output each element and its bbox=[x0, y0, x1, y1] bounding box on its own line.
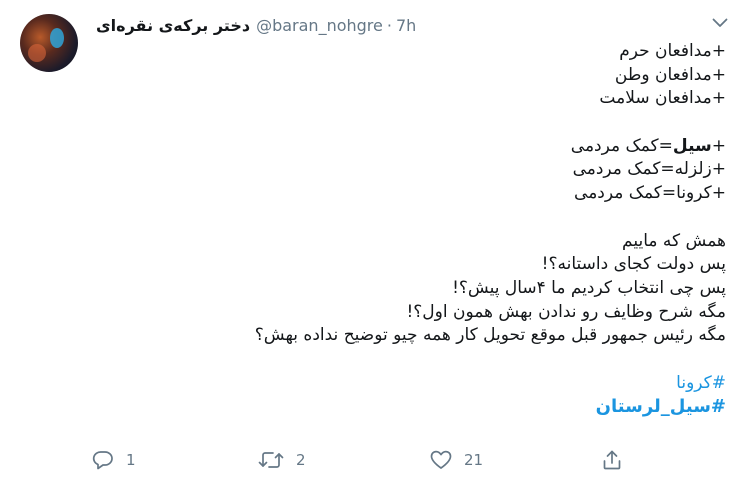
tweet-menu-button[interactable] bbox=[708, 12, 732, 34]
text-line: +زلزله=کمک مردمی bbox=[572, 159, 726, 180]
text-line: مگه رئیس جمهور قبل موقع تحویل کار همه چی… bbox=[254, 325, 726, 346]
retweet-icon bbox=[258, 452, 284, 468]
share-icon bbox=[603, 450, 621, 470]
avatar[interactable] bbox=[20, 14, 78, 72]
highlighted-word: سیل bbox=[672, 135, 712, 156]
tweet-header: دختر برکه‌ی نقره‌ای @baran_nohgre · 7h bbox=[96, 14, 416, 36]
text-line: +کرونا=کمک مردمی bbox=[574, 183, 726, 204]
text-line: پس چی انتخاب کردیم ما ۴سال پیش؟! bbox=[452, 277, 726, 298]
like-button[interactable]: 21 bbox=[430, 446, 483, 474]
reply-count: 1 bbox=[126, 451, 136, 469]
timestamp[interactable]: 7h bbox=[396, 16, 416, 35]
retweet-button[interactable]: 2 bbox=[258, 446, 306, 474]
hashtag-link[interactable]: #سیل_لرستان bbox=[596, 396, 726, 417]
tweet-text: +مدافعان حرم +مدافعان وطن +مدافعان سلامت… bbox=[166, 40, 726, 419]
text-line: همش که ماییم bbox=[622, 230, 726, 251]
text-line: +مدافعان سلامت bbox=[599, 88, 726, 109]
reply-icon bbox=[92, 451, 113, 470]
tweet-actions: 1 2 21 bbox=[90, 446, 630, 474]
avatar-image-detail bbox=[50, 28, 64, 48]
retweet-count: 2 bbox=[296, 451, 306, 469]
text-line: مگه شرح وظایف رو ندادن بهش همون اول؟! bbox=[406, 301, 726, 322]
text-line: +مدافعان وطن bbox=[614, 64, 726, 85]
author-handle[interactable]: @baran_nohgre bbox=[256, 16, 383, 35]
tweet: دختر برکه‌ی نقره‌ای @baran_nohgre · 7h +… bbox=[0, 0, 748, 483]
text-line: +مدافعان حرم bbox=[619, 41, 726, 61]
text-line: +سیل=کمک مردمی bbox=[166, 135, 726, 159]
text-line: پس دولت کجای داستانه؟! bbox=[541, 254, 726, 275]
text-prefix: + bbox=[711, 135, 726, 156]
reply-button[interactable]: 1 bbox=[92, 446, 136, 474]
separator-dot: · bbox=[386, 15, 392, 35]
chevron-down-icon bbox=[712, 18, 728, 27]
author-name[interactable]: دختر برکه‌ی نقره‌ای bbox=[96, 16, 250, 35]
text-rest: =کمک مردمی bbox=[570, 135, 673, 156]
hashtag-link[interactable]: #کرونا bbox=[676, 373, 726, 393]
avatar-image-detail bbox=[28, 44, 46, 62]
share-button[interactable] bbox=[602, 446, 622, 474]
like-count: 21 bbox=[464, 451, 484, 469]
heart-icon bbox=[430, 450, 452, 469]
